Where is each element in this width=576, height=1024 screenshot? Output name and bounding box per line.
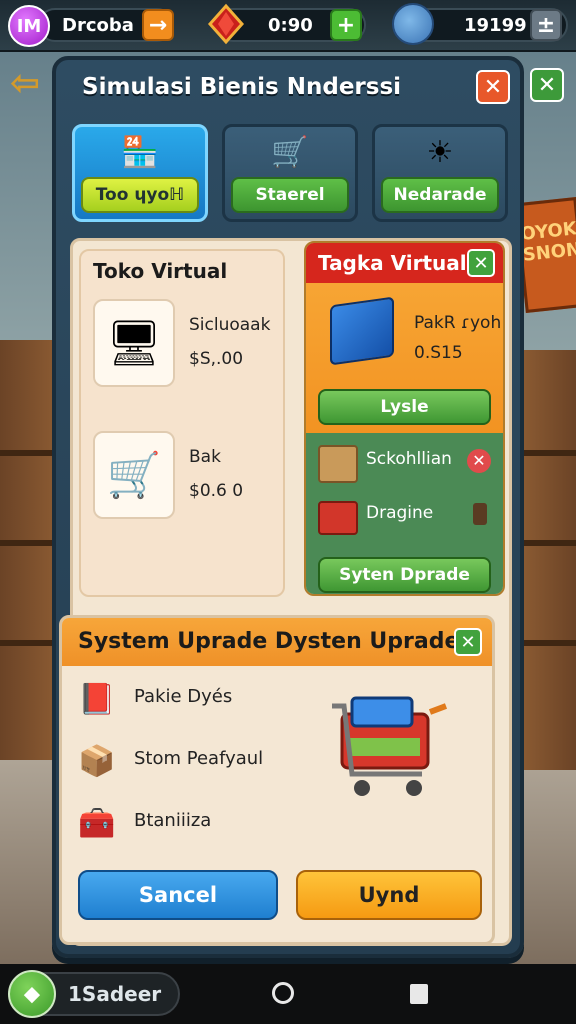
toko-virtual-card: Toko Virtual 🖥 Sicluoaak $S,.00 🛒 Bak $0… (79, 249, 285, 597)
monitor-icon[interactable]: 🖥 (93, 299, 175, 387)
item-price: $S,.00 (189, 349, 244, 369)
add-plus-button[interactable]: + (330, 9, 362, 41)
blue-box-icon (330, 296, 394, 366)
close-icon[interactable]: ✕ (476, 70, 510, 104)
cart-illustration-svg (332, 696, 448, 796)
eraser-icon: ⬥ (8, 970, 56, 1018)
ruby-gem-svg (207, 3, 245, 45)
system-upgrade-button[interactable]: Syten Dprade (318, 557, 491, 593)
tab-nedarade-label: Nedarade (381, 177, 499, 213)
home-circle-icon[interactable] (272, 982, 294, 1004)
shelf-board (0, 540, 55, 546)
toko-virtual-title: Toko Virtual (93, 259, 228, 283)
shelf-board (0, 450, 55, 456)
store-icon: 🏪 (121, 135, 159, 170)
tab-staerel[interactable]: 🛒 Staerel (222, 124, 358, 222)
tab-toko[interactable]: 🏪 Too ɥyoℍ (72, 124, 208, 222)
shelf-board (524, 450, 576, 456)
cart-icon[interactable]: 🛒 (93, 431, 175, 519)
upgrade-item-label: Pakie Dyés (134, 686, 233, 707)
bottom-pill-label: 1Sadeer (68, 982, 162, 1006)
tab-staerel-label: Staerel (231, 177, 349, 213)
shelf-board (0, 640, 55, 646)
shopping-cart-illustration-icon (322, 684, 452, 804)
box-icon (318, 445, 358, 483)
left-shelf (0, 340, 58, 760)
right-shelf (521, 350, 576, 770)
crate-icon: 📦 (78, 744, 116, 779)
tagka-product-section: PakR ɾyoh 0.S15 Lysle (306, 283, 503, 433)
item-name: Bak (189, 447, 221, 467)
close-icon[interactable]: ✕ (467, 249, 495, 277)
shelf-board (524, 540, 576, 546)
sun-gear-icon: ☀ (426, 135, 454, 170)
row-label: Dragine (366, 503, 434, 523)
confirm-button[interactable]: Uynd (296, 870, 482, 920)
bottom-pill[interactable]: ⬥ 1Sadeer (8, 970, 180, 1018)
close-icon[interactable]: ✕ (454, 628, 482, 656)
product-name: PakR ɾyoh (414, 313, 502, 333)
red-box-icon: 📕 (78, 682, 116, 717)
secondary-close-icon[interactable]: ✕ (530, 68, 564, 102)
tagka-inventory-section: Sckohllian ✕ Dragine Syten Dprade (306, 433, 503, 594)
avatar[interactable]: IM (8, 5, 50, 47)
buy-button[interactable]: Lysle (318, 389, 491, 425)
back-arrow-icon[interactable]: ⇦ (10, 66, 54, 102)
upgrade-title: System Uprade Dysten Uprade (62, 618, 492, 666)
coins-value: 19199 (464, 14, 527, 36)
tagka-virtual-card: Tagka Virtual ✕ PakR ɾyoh 0.S15 Lysle Sc… (304, 241, 505, 596)
red-cancel-icon[interactable]: ✕ (467, 449, 491, 473)
system-upgrade-panel: System Uprade Dysten Uprade ✕ 📕 Pakie Dy… (59, 615, 495, 945)
ruby-gem-icon (204, 2, 248, 46)
player-name: Drcoba (62, 14, 134, 36)
cart-icon: 🛒 (271, 135, 309, 170)
upgrade-item-label: Btaniiiza (134, 810, 212, 831)
open-box-icon (318, 501, 358, 535)
tab-nedarade[interactable]: ☀ Nedarade (372, 124, 508, 222)
monster-mascot-icon (392, 3, 434, 45)
product-price: 0.S15 (414, 343, 463, 363)
arrow-right-icon[interactable]: → (142, 9, 174, 41)
top-bar: Drcoba IM → 0:90 + 19199 ± (0, 0, 576, 52)
cancel-button[interactable]: Sancel (78, 870, 278, 920)
row-label: Sckohllian (366, 449, 452, 469)
green-toolbox-icon: 🧰 (78, 806, 116, 841)
timer-value: 0:90 (268, 14, 313, 36)
content-area: Toko Virtual 🖥 Sicluoaak $S,.00 🛒 Bak $0… (59, 238, 512, 946)
system-nav-bar: ⬥ 1Sadeer (0, 964, 576, 1024)
menu-plusminus-button[interactable]: ± (530, 9, 562, 41)
item-price: $0.6 0 (189, 481, 244, 501)
bin-icon[interactable] (473, 503, 487, 525)
shelf-board (524, 640, 576, 646)
business-sim-panel: Simulasi Bienis Nnderssi ✕ 🏪 Too ɥyoℍ 🛒 … (52, 56, 524, 958)
item-name: Sicluoaak (189, 315, 271, 335)
panel-title: Simulasi Bienis Nnderssi (82, 74, 402, 100)
tab-toko-label: Too ɥyoℍ (81, 177, 199, 213)
recent-apps-icon[interactable] (410, 984, 428, 1004)
upgrade-item-label: Stom Peafyaul (134, 748, 264, 769)
